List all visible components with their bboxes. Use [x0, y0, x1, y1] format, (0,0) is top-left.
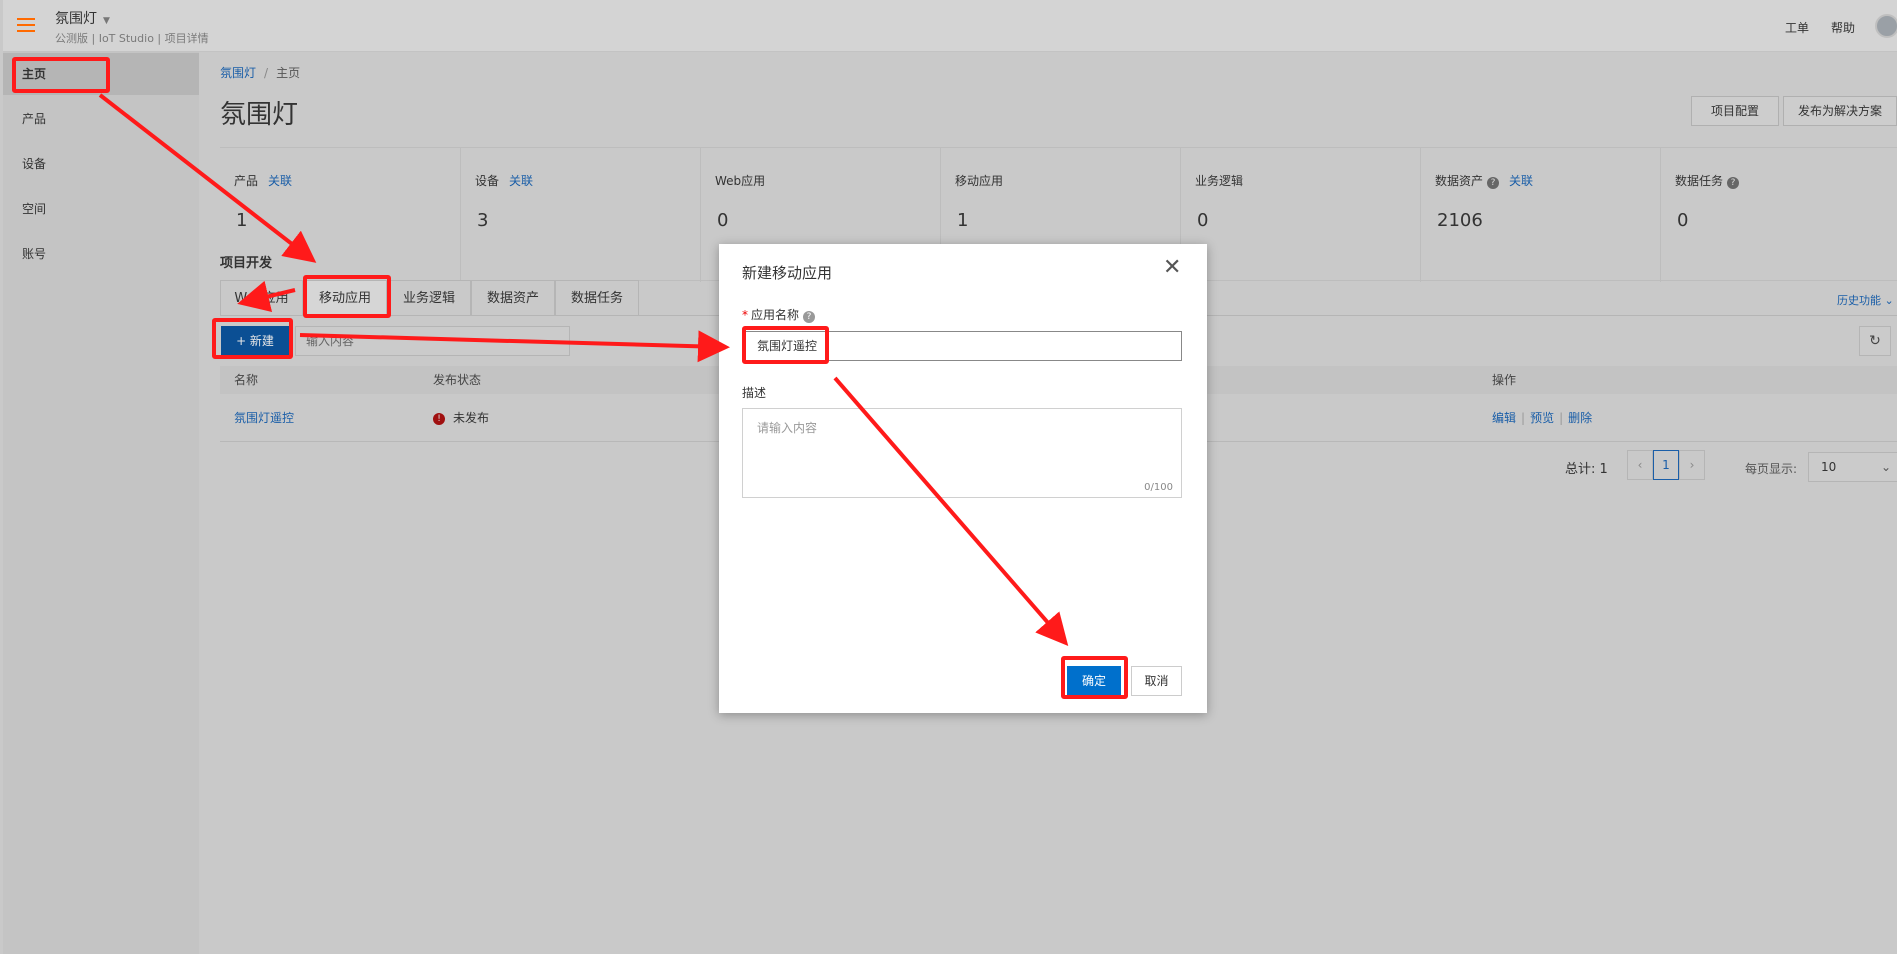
stat-devices: 设备 关联 3: [460, 148, 700, 282]
column-header-status: 发布状态: [433, 373, 482, 387]
stat-value: 3: [477, 210, 489, 231]
breadcrumb-root[interactable]: 氛围灯: [220, 66, 256, 80]
stat-value: 0: [1677, 210, 1689, 231]
stat-link[interactable]: 关联: [1509, 174, 1533, 188]
search-placeholder: 输入内容: [306, 334, 355, 348]
divider: |: [1559, 411, 1564, 425]
stat-link[interactable]: 关联: [509, 174, 533, 188]
column-header-actions: 操作: [1492, 373, 1517, 387]
app-name-link[interactable]: 氛围灯遥控: [234, 394, 294, 442]
breadcrumb: 氛围灯 / 主页: [220, 64, 300, 81]
sidebar-item-accounts[interactable]: 账号: [3, 233, 199, 275]
breadcrumb-current: 主页: [276, 66, 301, 80]
help-icon[interactable]: ?: [1487, 177, 1500, 189]
prev-page-button[interactable]: ‹: [1627, 450, 1653, 480]
stat-link[interactable]: 关联: [268, 174, 292, 188]
search-input[interactable]: 输入内容: [295, 326, 570, 356]
edit-link[interactable]: 编辑: [1492, 411, 1516, 425]
new-mobile-app-dialog: 新建移动应用 ✕ * 应用名称? 氛围灯遥控 描述 请输入内容 0/100 确定 …: [719, 244, 1207, 713]
pagination-total: 总计: 1: [1565, 462, 1608, 477]
app-name-label-text: 应用名称: [751, 308, 800, 322]
delete-link[interactable]: 删除: [1568, 411, 1592, 425]
app-title: 氛围灯: [55, 11, 97, 27]
new-app-button[interactable]: + 新建: [221, 326, 289, 356]
chevron-down-icon: ⌄: [1880, 460, 1891, 474]
section-title: 项目开发: [220, 256, 273, 271]
refresh-icon[interactable]: ↻: [1859, 326, 1891, 356]
cancel-button[interactable]: 取消: [1131, 666, 1182, 696]
stat-data-assets: 数据资产? 关联 2106: [1420, 148, 1660, 282]
stat-label: 产品: [234, 174, 259, 188]
chevron-down-icon: ⌄: [1884, 294, 1894, 307]
description-placeholder: 请输入内容: [757, 421, 818, 435]
publish-solution-button[interactable]: 发布为解决方案: [1783, 96, 1897, 126]
help-icon[interactable]: ?: [1727, 177, 1740, 189]
history-label: 历史功能: [1837, 294, 1881, 307]
close-icon[interactable]: ✕: [1163, 256, 1181, 280]
project-config-button[interactable]: 项目配置: [1691, 96, 1779, 126]
column-header-name: 名称: [234, 373, 259, 387]
help-icon[interactable]: ?: [803, 311, 816, 323]
sidebar: 主页 产品 设备 空间 账号: [3, 52, 199, 954]
history-features-link[interactable]: 历史功能 ⌄: [1837, 292, 1894, 308]
app-subtitle: 公测版 | IoT Studio | 项目详情: [55, 32, 209, 45]
page-size-label: 每页显示:: [1745, 462, 1798, 476]
stat-value: 0: [717, 210, 729, 231]
stat-label: 移动应用: [955, 174, 1004, 188]
page-size-value: 10: [1821, 460, 1837, 474]
stat-label: 数据任务: [1675, 174, 1724, 188]
status-text: 未发布: [453, 411, 490, 425]
stat-value: 2106: [1437, 210, 1483, 231]
error-icon: !: [433, 412, 445, 425]
tab-data-tasks[interactable]: 数据任务: [555, 280, 639, 316]
page-size-select[interactable]: 10 ⌄: [1808, 452, 1897, 482]
app-name-label: * 应用名称?: [742, 306, 816, 323]
stat-business-logic: 业务逻辑 0: [1180, 148, 1420, 282]
stat-value: 1: [957, 210, 969, 231]
avatar[interactable]: [1875, 14, 1897, 38]
char-counter: 0/100: [1144, 482, 1173, 493]
sidebar-item-home[interactable]: 主页: [3, 53, 199, 95]
tab-business-logic[interactable]: 业务逻辑: [387, 280, 471, 316]
next-page-button[interactable]: ›: [1679, 450, 1705, 480]
stat-label: 数据资产: [1435, 174, 1484, 188]
sidebar-item-products[interactable]: 产品: [3, 98, 199, 140]
sidebar-item-spaces[interactable]: 空间: [3, 188, 199, 230]
page-title: 氛围灯: [220, 100, 299, 130]
sidebar-item-devices[interactable]: 设备: [3, 143, 199, 185]
dialog-title: 新建移动应用: [742, 264, 833, 282]
caret-down-icon: ▼: [103, 16, 110, 26]
stat-label: 设备: [475, 174, 500, 188]
description-label: 描述: [742, 386, 767, 400]
stat-label: 业务逻辑: [1195, 174, 1244, 188]
menu-icon[interactable]: [17, 18, 35, 36]
status-cell: ! 未发布: [433, 394, 489, 442]
actions-cell: 编辑 | 预览 | 删除: [1492, 394, 1592, 442]
stat-value: 0: [1197, 210, 1209, 231]
divider: |: [1521, 411, 1526, 425]
tab-data-assets[interactable]: 数据资产: [471, 280, 555, 316]
description-textarea[interactable]: 请输入内容 0/100: [742, 408, 1182, 498]
app-title-switcher[interactable]: 氛围灯 ▼: [55, 8, 110, 28]
stat-data-tasks: 数据任务? 0: [1660, 148, 1897, 282]
required-mark: *: [742, 308, 748, 322]
breadcrumb-separator: /: [264, 66, 269, 80]
stat-label: Web应用: [715, 174, 766, 188]
preview-link[interactable]: 预览: [1530, 411, 1554, 425]
page-number-button[interactable]: 1: [1653, 450, 1679, 480]
tab-web-apps[interactable]: Web应用: [220, 280, 303, 316]
help-link[interactable]: 帮助: [1831, 19, 1855, 36]
tab-mobile-apps[interactable]: 移动应用: [303, 280, 387, 316]
confirm-button[interactable]: 确定: [1067, 666, 1121, 696]
stat-value: 1: [236, 210, 248, 231]
top-bar: 氛围灯 ▼ 公测版 | IoT Studio | 项目详情 工单 帮助: [3, 0, 1897, 52]
app-name-input[interactable]: 氛围灯遥控: [742, 331, 1182, 361]
ticket-link[interactable]: 工单: [1785, 19, 1809, 36]
